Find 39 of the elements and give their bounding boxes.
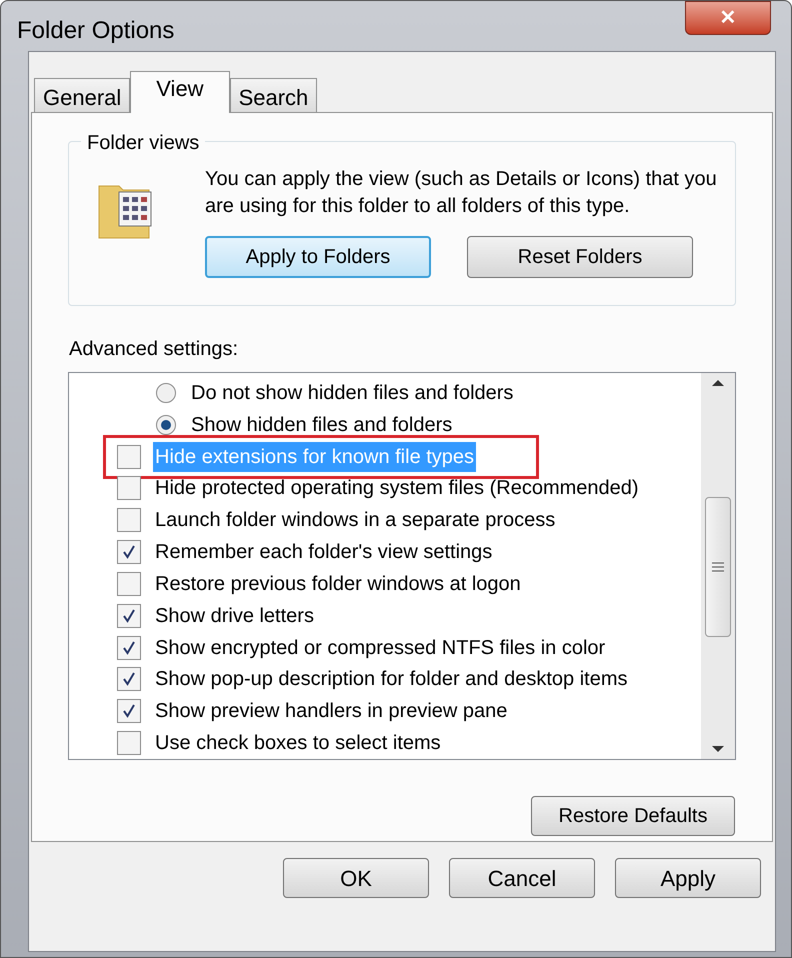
section-label: Advanced settings: bbox=[69, 337, 239, 362]
option-label[interactable]: Show hidden files and folders bbox=[189, 410, 454, 440]
checkbox[interactable] bbox=[117, 572, 141, 596]
grip-icon bbox=[712, 562, 724, 572]
checkbox[interactable] bbox=[117, 476, 141, 500]
option-label[interactable]: Hide protected operating system files (Recommended) bbox=[153, 473, 641, 504]
checkbox[interactable] bbox=[117, 667, 141, 692]
window-title: Folder Options bbox=[17, 16, 174, 46]
option-label[interactable]: Show pop-up description for folder and desktop items bbox=[153, 664, 630, 694]
option-label[interactable]: Launch folder windows in a separate process bbox=[153, 505, 558, 536]
scroll-thumb[interactable] bbox=[705, 497, 731, 637]
tab[interactable]: Search bbox=[230, 78, 318, 112]
checkbox[interactable] bbox=[117, 731, 141, 756]
restore-defaults-button[interactable]: Restore Defaults bbox=[531, 796, 735, 836]
option-label[interactable]: Restore previous folder windows at logon bbox=[153, 568, 523, 599]
tab[interactable]: View bbox=[130, 71, 230, 113]
option-label[interactable]: Do not show hidden files and folders bbox=[189, 378, 516, 408]
scroll-up-icon[interactable] bbox=[711, 379, 725, 387]
checkbox[interactable] bbox=[117, 604, 141, 628]
option-label[interactable]: Use check boxes to select items bbox=[153, 728, 443, 758]
description-text: You can apply the view (such as Details or Icons) that you are using for this folder to all folders of this type. bbox=[205, 167, 718, 219]
tab[interactable]: General bbox=[34, 78, 130, 112]
checkbox[interactable] bbox=[117, 636, 141, 660]
dialog-button[interactable]: OK bbox=[283, 858, 429, 898]
folder-button[interactable]: Reset Folders bbox=[467, 236, 693, 278]
dialog-button[interactable]: Cancel bbox=[449, 858, 595, 898]
checkbox[interactable] bbox=[117, 540, 141, 564]
checkbox[interactable] bbox=[117, 699, 141, 724]
dialog-button[interactable]: Apply bbox=[615, 858, 761, 898]
checkbox[interactable] bbox=[117, 444, 141, 469]
checkbox[interactable] bbox=[117, 508, 141, 532]
option-label[interactable]: Show preview handlers in preview pane bbox=[153, 696, 510, 726]
scroll-down-icon[interactable] bbox=[711, 745, 725, 753]
option-label[interactable]: Show drive letters bbox=[153, 600, 316, 631]
radio-button[interactable] bbox=[155, 382, 177, 404]
radio-button[interactable] bbox=[155, 414, 177, 436]
option-label[interactable]: Remember each folder's view settings bbox=[153, 537, 494, 568]
option-label[interactable]: Show encrypted or compressed NTFS files in color bbox=[153, 632, 608, 663]
folder-button[interactable]: Apply to Folders bbox=[205, 236, 431, 278]
